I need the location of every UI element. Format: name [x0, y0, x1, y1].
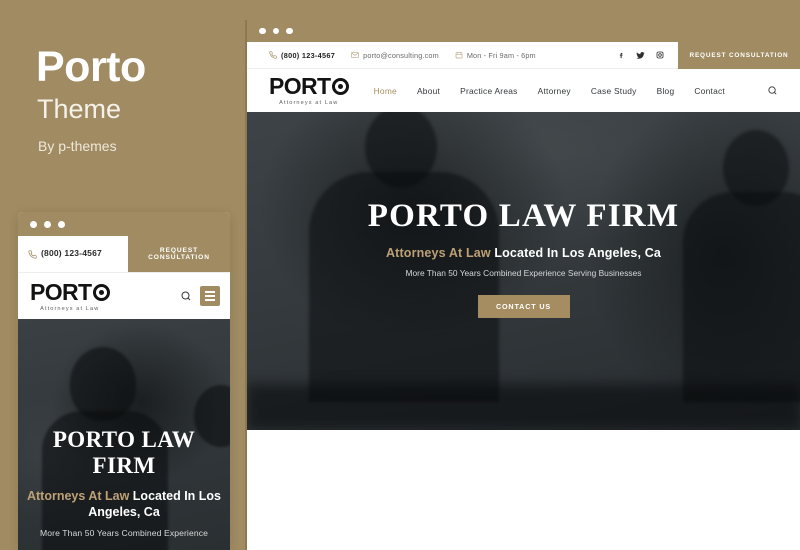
contact-us-button[interactable]: CONTACT US: [477, 295, 570, 318]
topbar-social-links: [618, 51, 664, 60]
phone-icon: [269, 51, 277, 59]
mobile-hero-section: PORTO LAW FIRM Attorneys At Law Located …: [18, 319, 230, 550]
topbar-phone-item[interactable]: (800) 123-4567: [269, 51, 335, 60]
hero-title: PORTO LAW FIRM: [367, 198, 680, 234]
hamburger-menu-icon[interactable]: [200, 286, 220, 306]
search-icon[interactable]: [180, 290, 192, 302]
topbar-hours-text: Mon - Fri 9am - 6pm: [466, 50, 536, 60]
promo-title: Porto: [36, 43, 146, 91]
promo-byline: By p-themes: [38, 138, 117, 154]
window-dot-maximize[interactable]: [286, 27, 293, 35]
nav-item-contact[interactable]: Contact: [694, 86, 725, 96]
topbar-email-item[interactable]: porto@consulting.com: [351, 51, 439, 60]
logo-text: PORT: [30, 278, 92, 305]
hero-foreground-blur: [247, 384, 800, 430]
mobile-window-chrome: [18, 212, 230, 236]
logo-text: PORT: [269, 73, 331, 99]
mobile-hero-subtitle: Attorneys At Law Located In Los Angeles,…: [26, 488, 222, 521]
facebook-icon[interactable]: [618, 51, 625, 60]
mobile-logo[interactable]: PORT Attorneys at Law: [30, 278, 110, 312]
window-dot-close[interactable]: [30, 220, 37, 228]
mobile-request-consultation-button[interactable]: REQUEST CONSULTATION: [128, 236, 230, 272]
twitter-icon[interactable]: [636, 51, 645, 60]
mobile-phone-item[interactable]: (800) 123-4567: [18, 236, 128, 272]
mobile-navbar: PORT Attorneys at Law: [18, 273, 230, 319]
topbar-hours-item: Mon - Fri 9am - 6pm: [455, 51, 536, 60]
request-consultation-button[interactable]: REQUEST CONSULTATION: [678, 41, 800, 69]
calendar-icon: [455, 52, 463, 59]
logo-o-mark: [92, 283, 110, 301]
mobile-hero-description: More Than 50 Years Combined Experience: [40, 527, 208, 538]
nav-item-case-study[interactable]: Case Study: [591, 86, 637, 96]
desktop-hero-section: PORTO LAW FIRM Attorneys At Law Located …: [247, 112, 800, 430]
window-dot-minimize[interactable]: [272, 27, 279, 35]
mobile-preview-window: (800) 123-4567 REQUEST CONSULTATION PORT…: [18, 212, 230, 550]
hero-subtitle: Attorneys At Law Located In Los Angeles,…: [247, 246, 800, 260]
desktop-navbar: PORT Attorneys at Law Home About Practic…: [247, 69, 800, 112]
desktop-logo[interactable]: PORT Attorneys at Law: [269, 75, 349, 106]
mobile-hero-subtitle-gold: Attorneys At Law: [26, 488, 130, 503]
desktop-nav-menu: Home About Practice Areas Attorney Case …: [374, 85, 778, 96]
logo-o-mark: [331, 78, 349, 95]
desktop-window-chrome: [247, 20, 800, 42]
logo-tagline: Attorneys at Law: [40, 305, 100, 312]
nav-item-home[interactable]: Home: [374, 86, 397, 96]
promo-subtitle: Theme: [37, 94, 122, 124]
mobile-phone-number: (800) 123-4567: [41, 248, 102, 259]
instagram-icon[interactable]: [656, 51, 664, 59]
mobile-nav-actions: [180, 286, 220, 306]
mobile-hero-title: PORTO LAW FIRM: [52, 427, 196, 478]
phone-icon: [28, 249, 37, 259]
nav-item-about[interactable]: About: [417, 86, 440, 96]
mobile-hero-text: PORTO LAW FIRM Attorneys At Law Located …: [18, 427, 230, 538]
desktop-hero-text: PORTO LAW FIRM Attorneys At Law Located …: [247, 200, 800, 318]
hero-silhouette-figure: [70, 347, 136, 421]
desktop-preview-window: (800) 123-4567 porto@consulting.com Mon …: [245, 20, 800, 550]
envelope-icon: [351, 52, 359, 58]
nav-item-attorney[interactable]: Attorney: [538, 86, 571, 96]
hero-subtitle-gold: Attorneys At Law: [385, 246, 491, 260]
window-dot-maximize[interactable]: [58, 220, 65, 228]
search-icon[interactable]: [767, 85, 778, 96]
window-dot-minimize[interactable]: [44, 220, 51, 228]
desktop-topbar: (800) 123-4567 porto@consulting.com Mon …: [247, 41, 800, 69]
topbar-email-text: porto@consulting.com: [363, 50, 439, 60]
hero-description: More Than 50 Years Combined Experience S…: [405, 268, 642, 278]
hero-subtitle-white: Located In Los Angeles, Ca: [494, 246, 662, 260]
topbar-phone-number: (800) 123-4567: [281, 50, 336, 60]
window-dot-close[interactable]: [259, 27, 266, 35]
mobile-topbar: (800) 123-4567 REQUEST CONSULTATION: [18, 236, 230, 273]
logo-tagline: Attorneys at Law: [279, 100, 339, 106]
nav-item-practice-areas[interactable]: Practice Areas: [460, 86, 518, 96]
nav-item-blog[interactable]: Blog: [657, 86, 675, 96]
